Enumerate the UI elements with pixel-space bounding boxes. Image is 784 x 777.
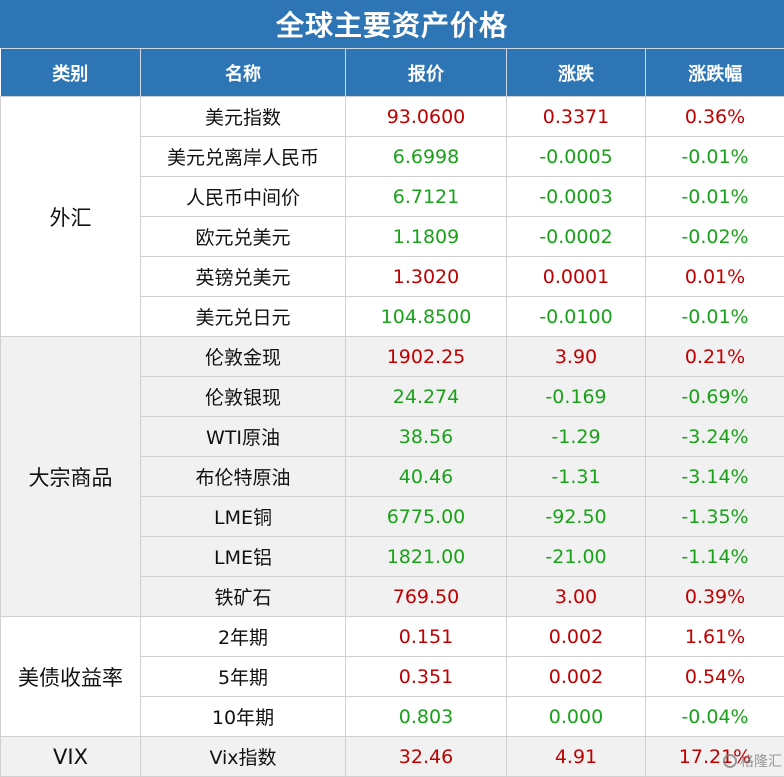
change-cell: 3.00: [506, 576, 646, 617]
change-cell: 0.3371: [506, 96, 646, 137]
category-cell: 大宗商品: [0, 336, 141, 617]
asset-name-cell: Vix指数: [140, 736, 346, 777]
change-cell: -0.0003: [506, 176, 646, 217]
header-name: 名称: [140, 48, 346, 97]
price-cell: 0.151: [345, 616, 507, 657]
category-cell: VIX: [0, 736, 141, 777]
asset-name-cell: 伦敦金现: [140, 336, 346, 377]
asset-name-cell: 欧元兑美元: [140, 216, 346, 257]
price-cell: 0.351: [345, 656, 507, 697]
change-pct-cell: -3.24%: [645, 416, 784, 457]
table-row: VIX Vix指数 32.46 4.91 17.21%: [0, 736, 784, 777]
change-cell: -21.00: [506, 536, 646, 577]
table-row: 美债收益率 2年期 0.151 0.002 1.61%: [0, 616, 784, 737]
price-cell: 1.3020: [345, 256, 507, 297]
asset-name-cell: 伦敦银现: [140, 376, 346, 417]
category-cell: 外汇: [0, 96, 141, 337]
header-category: 类别: [0, 48, 141, 97]
asset-name-cell: 布伦特原油: [140, 456, 346, 497]
change-pct-cell: 0.39%: [645, 576, 784, 617]
asset-name-cell: 英镑兑美元: [140, 256, 346, 297]
change-pct-cell: -1.35%: [645, 496, 784, 537]
asset-name-cell: 美元兑离岸人民币: [140, 136, 346, 177]
change-pct-cell: 1.61%: [645, 616, 784, 657]
price-cell: 38.56: [345, 416, 507, 457]
price-cell: 6.6998: [345, 136, 507, 177]
change-cell: 3.90: [506, 336, 646, 377]
asset-name-cell: 铁矿石: [140, 576, 346, 617]
change-pct-cell: -0.69%: [645, 376, 784, 417]
change-pct-cell: 0.54%: [645, 656, 784, 697]
header-change-pct: 涨跌幅: [645, 48, 784, 97]
asset-name-cell: LME铜: [140, 496, 346, 537]
price-cell: 1.1809: [345, 216, 507, 257]
price-cell: 0.803: [345, 696, 507, 737]
price-cell: 6.7121: [345, 176, 507, 217]
asset-name-cell: 美元指数: [140, 96, 346, 137]
change-pct-cell: -0.01%: [645, 296, 784, 337]
change-cell: -1.31: [506, 456, 646, 497]
change-cell: 0.002: [506, 616, 646, 657]
change-cell: 0.000: [506, 696, 646, 737]
change-cell: -1.29: [506, 416, 646, 457]
price-cell: 40.46: [345, 456, 507, 497]
change-pct-cell: -0.01%: [645, 176, 784, 217]
change-pct-cell: -0.01%: [645, 136, 784, 177]
asset-name-cell: 人民币中间价: [140, 176, 346, 217]
change-cell: 4.91: [506, 736, 646, 777]
watermark: 格隆汇: [723, 751, 782, 771]
price-cell: 6775.00: [345, 496, 507, 537]
price-cell: 32.46: [345, 736, 507, 777]
price-cell: 104.8500: [345, 296, 507, 337]
asset-name-cell: 2年期: [140, 616, 346, 657]
change-cell: 0.002: [506, 656, 646, 697]
price-cell: 1821.00: [345, 536, 507, 577]
header-price: 报价: [345, 48, 507, 97]
price-cell: 769.50: [345, 576, 507, 617]
change-pct-cell: 0.21%: [645, 336, 784, 377]
table-header-row: 类别 名称 报价 涨跌 涨跌幅: [0, 48, 784, 97]
change-pct-cell: -0.04%: [645, 696, 784, 737]
asset-name-cell: 5年期: [140, 656, 346, 697]
asset-name-cell: 10年期: [140, 696, 346, 737]
change-cell: -0.0100: [506, 296, 646, 337]
table-row: 大宗商品 伦敦金现 1902.25 3.90 0.21%: [0, 336, 784, 617]
header-change: 涨跌: [506, 48, 646, 97]
change-cell: -0.0002: [506, 216, 646, 257]
change-cell: 0.0001: [506, 256, 646, 297]
change-cell: -0.169: [506, 376, 646, 417]
table-row: 外汇 美元指数 93.0600 0.3371 0.36%: [0, 96, 784, 337]
asset-name-cell: WTI原油: [140, 416, 346, 457]
change-cell: -92.50: [506, 496, 646, 537]
change-pct-cell: -0.02%: [645, 216, 784, 257]
price-cell: 24.274: [345, 376, 507, 417]
category-cell: 美债收益率: [0, 616, 141, 737]
asset-name-cell: LME铝: [140, 536, 346, 577]
change-pct-cell: -1.14%: [645, 536, 784, 577]
change-pct-cell: 0.36%: [645, 96, 784, 137]
table-body: 外汇 美元指数 93.0600 0.3371 0.36% 美元兑离岸人民币 6.6998 -0…: [0, 96, 784, 777]
logo-icon: [723, 754, 737, 768]
change-cell: -0.0005: [506, 136, 646, 177]
watermark-text: 格隆汇: [740, 754, 782, 770]
change-pct-cell: 0.01%: [645, 256, 784, 297]
price-cell: 1902.25: [345, 336, 507, 377]
page-title: 全球主要资产价格: [0, 0, 784, 48]
price-cell: 93.0600: [345, 96, 507, 137]
change-pct-cell: -3.14%: [645, 456, 784, 497]
asset-price-table: 类别 名称 报价 涨跌 涨跌幅 外汇 美元指数 93.0600 0.3371 0.36%…: [0, 48, 784, 777]
asset-name-cell: 美元兑日元: [140, 296, 346, 337]
